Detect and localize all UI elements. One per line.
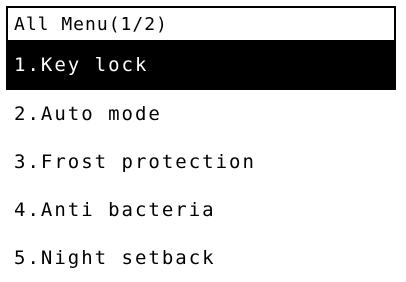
- menu-item-number: 4.: [14, 199, 41, 221]
- menu-item-number: 5.: [14, 247, 41, 269]
- menu-item-label: Auto mode: [40, 103, 162, 125]
- menu-item-anti-bacteria[interactable]: 4. Anti bacteria: [6, 186, 396, 234]
- menu-screen: All Menu(1/2) 1. Key lock 2. Auto mode 3. F…: [0, 0, 406, 269]
- menu-item-label: Frost protection: [40, 151, 256, 173]
- menu-item-number: 3.: [14, 151, 41, 173]
- menu-title: All Menu(1/2): [14, 13, 168, 35]
- menu-item-label: Night setback: [40, 247, 216, 269]
- menu-item-number: 2.: [14, 103, 41, 125]
- menu-item-key-lock[interactable]: 1. Key lock: [6, 40, 396, 90]
- menu-item-frost-protection[interactable]: 3. Frost protection: [6, 138, 396, 186]
- menu-item-auto-mode[interactable]: 2. Auto mode: [6, 90, 396, 138]
- menu-item-night-setback[interactable]: 5. Night setback: [6, 234, 396, 282]
- menu-title-bar: All Menu(1/2): [6, 6, 396, 40]
- menu-item-label: Key lock: [40, 54, 149, 76]
- menu-item-number: 1.: [14, 54, 41, 76]
- menu-list: 1. Key lock 2. Auto mode 3. Frost protectio…: [6, 40, 396, 282]
- menu-item-label: Anti bacteria: [40, 199, 216, 221]
